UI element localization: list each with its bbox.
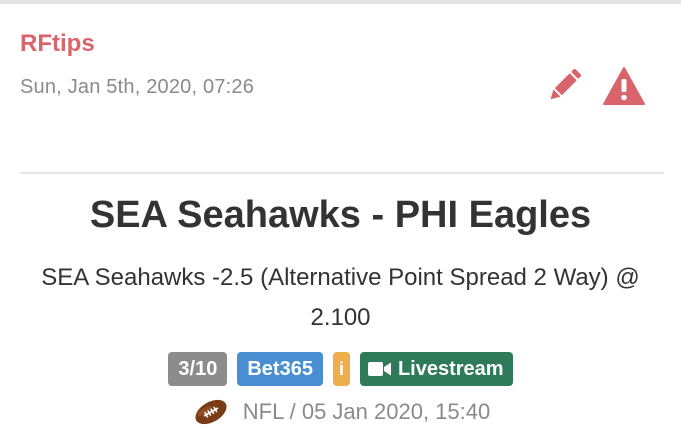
info-badge[interactable]: i — [332, 352, 350, 386]
top-border — [0, 0, 681, 4]
video-camera-icon — [367, 362, 391, 376]
tip-badges: 3/10 Bet365 i Livestream — [0, 352, 681, 386]
league-date-row: NFL / 05 Jan 2020, 15:40 — [0, 397, 681, 427]
bookmaker-badge[interactable]: Bet365 — [237, 352, 323, 386]
bet-description: SEA Seahawks -2.5 (Alternative Point Spr… — [41, 264, 640, 331]
american-football-icon — [195, 399, 227, 425]
warning-icon — [603, 67, 645, 105]
livestream-label: Livestream — [397, 357, 504, 380]
section-divider — [20, 172, 664, 174]
match-title: SEA Seahawks - PHI Eagles — [89, 194, 592, 236]
report-button[interactable] — [602, 66, 646, 106]
league-date: NFL / 05 Jan 2020, 15:40 — [242, 399, 491, 424]
rating-badge: 3/10 — [168, 352, 228, 386]
author-name[interactable]: RFtips — [20, 30, 95, 58]
post-timestamp: Sun, Jan 5th, 2020, 07:26 — [20, 76, 255, 98]
edit-button[interactable] — [544, 66, 584, 106]
pencil-icon — [550, 68, 582, 100]
livestream-button[interactable]: Livestream — [359, 352, 513, 386]
